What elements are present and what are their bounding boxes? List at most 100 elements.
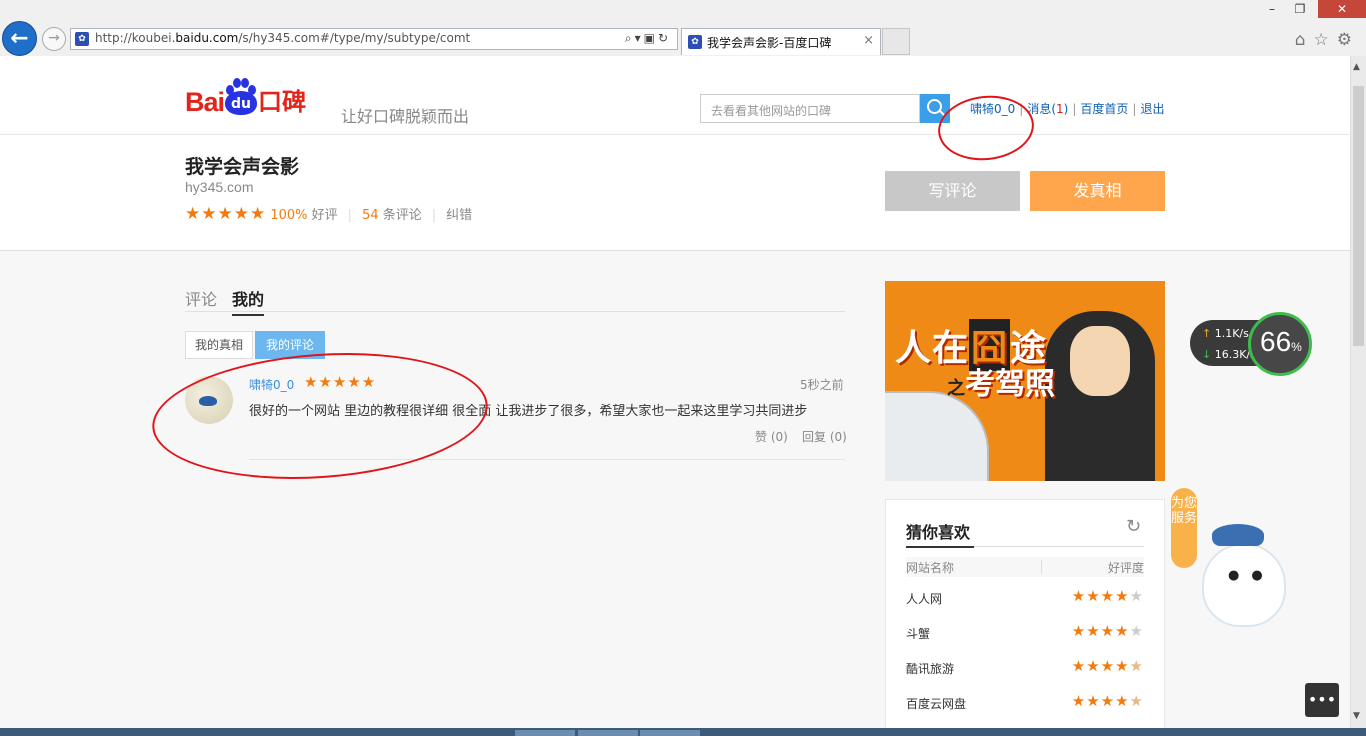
ad-character-face xyxy=(1070,326,1130,396)
site-name: 我学会声会影 xyxy=(185,156,300,178)
restore-icon[interactable]: ❐ xyxy=(1290,0,1310,18)
download-value: 16.3 xyxy=(1214,348,1240,361)
address-bar[interactable]: ✿ http://koubei.baidu.com/s/hy345.com#/t… xyxy=(70,28,678,50)
scroll-up-icon[interactable]: ▲ xyxy=(1353,62,1360,72)
guess-stars-icon: ★★★★★ xyxy=(1072,692,1144,710)
guess-row[interactable]: 酷讯旅游 ★★★★★ xyxy=(906,657,1144,680)
percent-value: 66 xyxy=(1260,326,1292,357)
messages-link[interactable]: 消息(1) xyxy=(1027,102,1068,116)
scrollbar-thumb[interactable] xyxy=(1353,86,1364,346)
write-review-button[interactable]: 写评论 xyxy=(885,171,1020,211)
guess-site-name[interactable]: 酷讯旅游 xyxy=(906,660,954,677)
annotation-circle-comment xyxy=(148,342,492,490)
browser-tab[interactable]: ✿ 我学会声会影-百度口碑 × xyxy=(681,28,881,55)
tab-favicon-icon: ✿ xyxy=(688,35,702,49)
stars-on: ★★★★ xyxy=(1071,587,1130,605)
window-close-icon[interactable]: ✕ xyxy=(1318,0,1366,18)
site-domain[interactable]: hy345.com xyxy=(185,179,253,195)
logout-link[interactable]: 退出 xyxy=(1140,102,1164,116)
guess-you-like-panel: 猜你喜欢 ↻ 网站名称 好评度 人人网 ★★★★★ 斗蟹 ★★★★★ 酷讯旅游 … xyxy=(885,499,1165,728)
guess-site-name[interactable]: 人人网 xyxy=(906,590,942,607)
ie-tools-icons[interactable]: ⌂☆⚙ xyxy=(1295,30,1360,50)
paw-logo-icon: du xyxy=(225,78,258,115)
review-label: 条评论 xyxy=(382,208,422,223)
messages-label: 消息( xyxy=(1027,102,1057,116)
good-label: 好评 xyxy=(311,208,338,223)
tab-mine[interactable]: 我的 xyxy=(232,286,265,316)
site-rating-row: ★★★★★ 100% 好评 | 54 条评论 | 纠错 xyxy=(185,204,473,224)
url-text: http://koubei.baidu.com/s/hy345.com#/typ… xyxy=(95,31,470,45)
guess-row[interactable]: 斗蟹 ★★★★★ xyxy=(906,622,1144,645)
scroll-down-icon[interactable]: ▼ xyxy=(1353,711,1360,721)
refresh-icon[interactable]: ↻ xyxy=(1126,516,1141,537)
chat-icon[interactable]: ••• xyxy=(1305,683,1339,717)
ad-banner[interactable]: 人在囧途 之考驾照 xyxy=(885,281,1165,481)
upload-unit: K/s xyxy=(1232,327,1249,340)
stars-on: ★★★★ xyxy=(1071,657,1130,675)
ad-text-main: 考驾照 xyxy=(965,367,1055,402)
like-button[interactable]: 赞 (0) xyxy=(755,428,788,445)
baidu-home-link[interactable]: 百度首页 xyxy=(1080,102,1128,116)
guess-title: 猜你喜欢 xyxy=(906,523,971,542)
header-divider xyxy=(0,134,1350,135)
col-rating: 好评度 xyxy=(1107,561,1144,575)
memory-percent: 66% xyxy=(1260,326,1302,358)
vertical-scrollbar[interactable]: ▲ ▼ xyxy=(1350,56,1366,728)
taskbar-item[interactable] xyxy=(640,730,700,736)
upload-speed: ↑ 1.1K/s xyxy=(1202,327,1249,340)
guess-title-underline xyxy=(906,546,974,548)
subtab-my-truth[interactable]: 我的真相 xyxy=(185,331,253,359)
tab-close-icon[interactable]: × xyxy=(863,33,874,48)
stars-off: ★ xyxy=(1129,622,1144,640)
network-speed-widget[interactable]: ↑ 1.1K/s ↓ 16.3K/s 66% xyxy=(1190,312,1320,380)
ad-text-small: 之 xyxy=(947,378,965,399)
guess-stars-icon: ★★★★★ xyxy=(1072,587,1144,605)
taskbar-item[interactable] xyxy=(578,730,638,736)
site-favicon-icon: ✿ xyxy=(75,32,89,46)
new-tab-button[interactable] xyxy=(882,28,910,55)
taskbar-item[interactable] xyxy=(515,730,575,736)
tab-comments[interactable]: 评论 xyxy=(185,286,217,310)
guess-stars-icon: ★★★★★ xyxy=(1072,622,1144,640)
comment-time: 5秒之前 xyxy=(800,378,844,392)
site-stars-icon: ★★★★★ xyxy=(185,204,267,224)
url-suffix: /s/hy345.com#/type/my/subtype/comt xyxy=(238,31,471,45)
search-input[interactable]: 去看看其他网站的口碑 xyxy=(700,94,920,123)
url-host: baidu.com xyxy=(175,31,239,45)
forward-arrow-icon[interactable]: → xyxy=(42,27,66,51)
guess-row[interactable]: 百度云网盘 ★★★★★ xyxy=(906,692,1144,715)
ad-headline-2: 之考驾照 xyxy=(947,359,1055,403)
mascot-bear-icon[interactable] xyxy=(1202,543,1286,627)
post-truth-button[interactable]: 发真相 xyxy=(1030,171,1165,211)
ad-car-image xyxy=(885,391,989,481)
logo-bai: Bai xyxy=(185,87,225,117)
good-pct: 100% xyxy=(270,208,308,223)
window-controls: – ❐ ✕ xyxy=(1256,0,1366,20)
correct-link[interactable]: 纠错 xyxy=(446,208,472,223)
stars-half: ★ xyxy=(1129,692,1144,710)
browser-chrome: ← → ✿ http://koubei.baidu.com/s/hy345.co… xyxy=(0,0,1366,57)
stars-off: ★ xyxy=(1129,587,1144,605)
reply-button[interactable]: 回复 (0) xyxy=(802,428,847,445)
logo-du: du xyxy=(231,96,252,112)
url-prefix: http://koubei. xyxy=(95,31,176,45)
tab-title: 我学会声会影-百度口碑 xyxy=(707,36,832,50)
review-count: 54 xyxy=(362,208,379,223)
page-content: Bai du 口碑 让好口碑脱颖而出 去看看其他网站的口碑 啸犄0_0 | 消息(1) |… xyxy=(0,56,1350,728)
guess-site-name[interactable]: 百度云网盘 xyxy=(906,695,966,712)
minimize-icon[interactable]: – xyxy=(1262,0,1282,18)
stars-on: ★★★★ xyxy=(1071,622,1130,640)
stars-on: ★★★★ xyxy=(1071,692,1130,710)
address-tools-icons[interactable]: ⌕▾▣↻ xyxy=(625,31,671,46)
mascot-eyes-icon: ●● xyxy=(1228,568,1275,583)
back-arrow-icon[interactable]: ← xyxy=(2,21,37,56)
guess-row[interactable]: 人人网 ★★★★★ xyxy=(906,587,1144,610)
guess-site-name[interactable]: 斗蟹 xyxy=(906,625,930,642)
baidu-koubei-logo[interactable]: Bai du 口碑 xyxy=(185,78,307,122)
service-tag[interactable]: 为您服务 xyxy=(1171,488,1197,568)
slogan: 让好口碑脱颖而出 xyxy=(341,107,470,126)
site-header: Bai du 口碑 让好口碑脱颖而出 去看看其他网站的口碑 啸犄0_0 | 消息(1) |… xyxy=(0,56,1350,251)
upload-value: 1.1 xyxy=(1214,327,1233,340)
percent-unit: % xyxy=(1291,340,1302,354)
logo-koubei: 口碑 xyxy=(258,88,307,116)
